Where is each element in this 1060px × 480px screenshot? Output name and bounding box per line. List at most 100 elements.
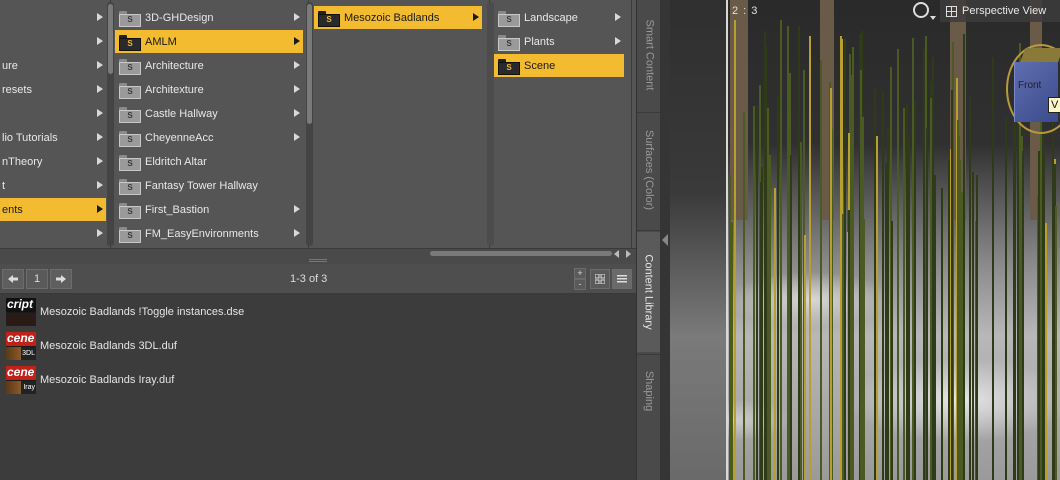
chevron-down-icon[interactable] [930,16,936,20]
folder-item[interactable]: lio Tutorials [0,126,106,149]
folder-item[interactable]: Landscape [494,6,624,29]
reed-stalk [862,117,864,480]
list-view-button[interactable] [612,269,632,289]
folder-label: Scene [524,59,556,72]
expand-arrow-icon[interactable] [294,37,300,45]
collapse-pane-icon[interactable] [662,234,668,246]
reed-stalk [1045,223,1047,480]
tree-trunk [730,0,748,220]
splitter-grip-icon[interactable] [309,259,327,262]
zoom-out-button[interactable]: - [574,279,586,290]
tab-smart-content[interactable]: Smart Content [637,0,661,110]
thumbnail-badge: 3DL [6,347,36,360]
icon-view-button[interactable] [590,269,610,289]
folder-item[interactable]: nTheory [0,150,106,173]
reed-stalk [891,221,893,480]
expand-arrow-icon[interactable] [97,85,103,93]
file-item[interactable]: cene Iray Mesozoic Badlands Iray.duf [6,365,626,395]
folder-item[interactable]: FM_EasyEnvironments [115,222,303,245]
folder-item[interactable]: Scene [494,54,624,77]
folder-item[interactable]: Castle Hallway [115,102,303,125]
folder-item[interactable]: t [0,174,106,197]
folder-item[interactable]: ure [0,54,106,77]
folder-item[interactable]: Plants [494,30,624,53]
reed-stalk [992,59,994,480]
expand-arrow-icon[interactable] [615,13,621,21]
folder-item[interactable]: Fantasy Tower Hallway [115,174,303,197]
folder-label: 3D-GHDesign [145,11,214,24]
expand-arrow-icon[interactable] [97,61,103,69]
expand-arrow-icon[interactable] [97,157,103,165]
folder-item[interactable] [0,6,106,29]
folder-item[interactable]: First_Bastion [115,198,303,221]
reed-stalk [1014,95,1016,480]
camera-icon[interactable] [913,2,929,18]
folder-label: Architecture [145,59,204,72]
folder-item[interactable]: Eldritch Altar [115,150,303,173]
folder-item[interactable]: Architecture [115,54,303,77]
page-number-field[interactable]: 1 [26,269,48,289]
folder-column-1: ure resets lio Tutorials nTheory t ents [0,0,111,252]
folder-item[interactable] [0,222,106,245]
expand-arrow-icon[interactable] [97,133,103,141]
expand-arrow-icon[interactable] [97,13,103,21]
3d-viewport[interactable] [670,0,1060,480]
expand-arrow-icon[interactable] [294,13,300,21]
folder-item[interactable]: Mesozoic Badlands [314,6,482,29]
previous-page-button[interactable] [2,269,24,289]
horizontal-scroll-thumb[interactable] [430,251,612,256]
expand-arrow-icon[interactable] [615,37,621,45]
folder-item[interactable] [0,102,106,125]
folder-label: Plants [524,35,555,48]
column-2-scrollbar[interactable] [306,2,313,246]
column-1-scrollbar[interactable] [107,2,114,246]
expand-arrow-icon[interactable] [97,37,103,45]
reed-stalk [923,49,925,480]
reed-stalk [951,90,953,480]
expand-arrow-icon[interactable] [97,181,103,189]
folder-icon [119,58,141,75]
file-item[interactable]: cript Mesozoic Badlands !Toggle instances… [6,297,626,327]
viewport-camera-menu[interactable]: Perspective View [940,0,1060,22]
scroll-left-icon[interactable] [614,250,619,258]
folder-icon [119,34,141,51]
next-page-button[interactable] [50,269,72,289]
folder-item[interactable]: 3D-GHDesign [115,6,303,29]
reed-stalk [885,163,887,480]
thumbnail-badge [6,313,36,326]
expand-arrow-icon[interactable] [294,109,300,117]
expand-arrow-icon[interactable] [294,229,300,237]
expand-arrow-icon[interactable] [294,85,300,93]
scroll-right-icon[interactable] [626,250,631,258]
file-item[interactable]: cene 3DL Mesozoic Badlands 3DL.duf [6,331,626,361]
folder-label: t [2,179,6,192]
reed-stalk [774,188,776,480]
expand-arrow-icon[interactable] [97,205,103,213]
zoom-in-button[interactable]: + [574,268,586,279]
folder-item[interactable]: ents [0,198,106,221]
folder-item[interactable]: CheyenneAcc [115,126,303,149]
expand-arrow-icon[interactable] [294,133,300,141]
reed-stalk [769,155,771,480]
expand-arrow-icon[interactable] [97,229,103,237]
folder-item[interactable]: AMLM [115,30,303,53]
folder-item[interactable] [0,30,106,53]
folder-icon [119,130,141,147]
grid-view-icon [595,274,605,284]
browser-horizontal-scrollbar[interactable] [0,248,636,258]
tab-surfaces[interactable]: Surfaces (Color) [637,114,661,226]
folder-icon [318,10,340,27]
view-cube[interactable] [1014,62,1058,122]
tab-shaping[interactable]: Shaping [637,356,661,426]
folder-item[interactable]: Architexture [115,78,303,101]
secondary-viewport[interactable] [670,0,726,480]
expand-arrow-icon[interactable] [294,61,300,69]
reed-stalk [1022,151,1024,480]
list-view-icon [617,275,627,283]
expand-arrow-icon[interactable] [294,205,300,213]
column-3-scrollbar[interactable] [487,2,494,246]
expand-arrow-icon[interactable] [473,13,479,21]
folder-item[interactable]: resets [0,78,106,101]
expand-arrow-icon[interactable] [97,109,103,117]
tab-content-library[interactable]: Content Library [637,232,661,352]
